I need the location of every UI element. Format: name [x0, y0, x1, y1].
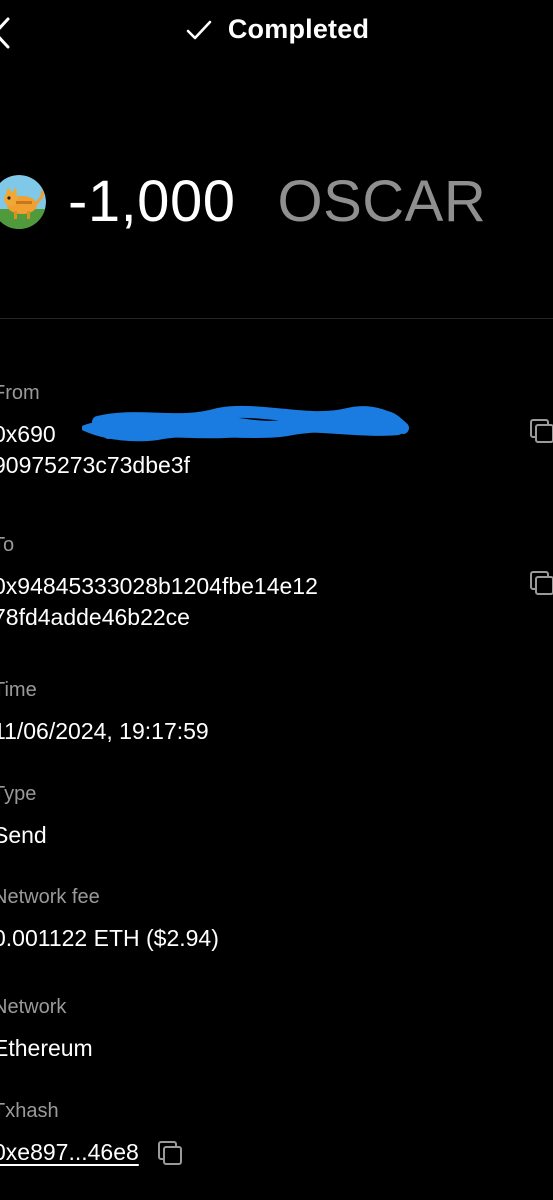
- status-header: Completed: [0, 14, 553, 45]
- network-value: Ethereum: [0, 1035, 93, 1061]
- transaction-detail-screen: Completed -1,000 OSCAR From 0x: [0, 0, 553, 1200]
- network-label: Network: [0, 996, 67, 1018]
- to-label: To: [0, 534, 15, 556]
- network-fee-field: Network fee 0.001122 ETH ($2.94): [0, 885, 513, 954]
- oscar-token-icon: [0, 174, 46, 229]
- to-address-line2: 78fd4adde46b22ce: [0, 604, 190, 630]
- to-address[interactable]: 0x94845333028b1204fbe14e12 78fd4adde46b2…: [0, 571, 513, 633]
- type-value: Send: [0, 822, 47, 848]
- amount-value: -1,000: [68, 169, 236, 234]
- time-field: Time 11/06/2024, 19:17:59: [0, 678, 513, 747]
- from-address-line2: 90975273c73dbe3f: [0, 452, 190, 478]
- network-fee-value: 0.001122 ETH ($2.94): [0, 925, 219, 951]
- time-value: 11/06/2024, 19:17:59: [0, 718, 209, 744]
- type-field: Type Send: [0, 782, 513, 851]
- time-label: Time: [0, 679, 37, 701]
- network-field: Network Ethereum: [0, 995, 513, 1064]
- to-field: To 0x94845333028b1204fbe14e12 78fd4adde4…: [0, 533, 513, 633]
- txhash-link[interactable]: 0xe897...46e8: [0, 1137, 139, 1168]
- txhash-label: Txhash: [0, 1100, 59, 1122]
- network-fee-label: Network fee: [0, 886, 100, 908]
- status-title: Completed: [227, 14, 370, 44]
- to-address-line1: 0x94845333028b1204fbe14e12: [0, 573, 318, 599]
- copy-icon[interactable]: [529, 570, 553, 596]
- redaction-scribble: [82, 405, 409, 442]
- copy-icon[interactable]: [529, 418, 553, 444]
- token-symbol: OSCAR: [277, 169, 487, 234]
- check-icon: [186, 20, 212, 39]
- from-label: From: [0, 382, 40, 404]
- copy-icon[interactable]: [157, 1140, 183, 1166]
- amount-row: -1,000 OSCAR: [0, 168, 486, 235]
- type-label: Type: [0, 783, 37, 805]
- token-avatar: [0, 174, 46, 229]
- txhash-row: 0xe897...46e8: [0, 1137, 513, 1168]
- divider: [0, 318, 553, 319]
- txhash-field: Txhash 0xe897...46e8: [0, 1099, 513, 1168]
